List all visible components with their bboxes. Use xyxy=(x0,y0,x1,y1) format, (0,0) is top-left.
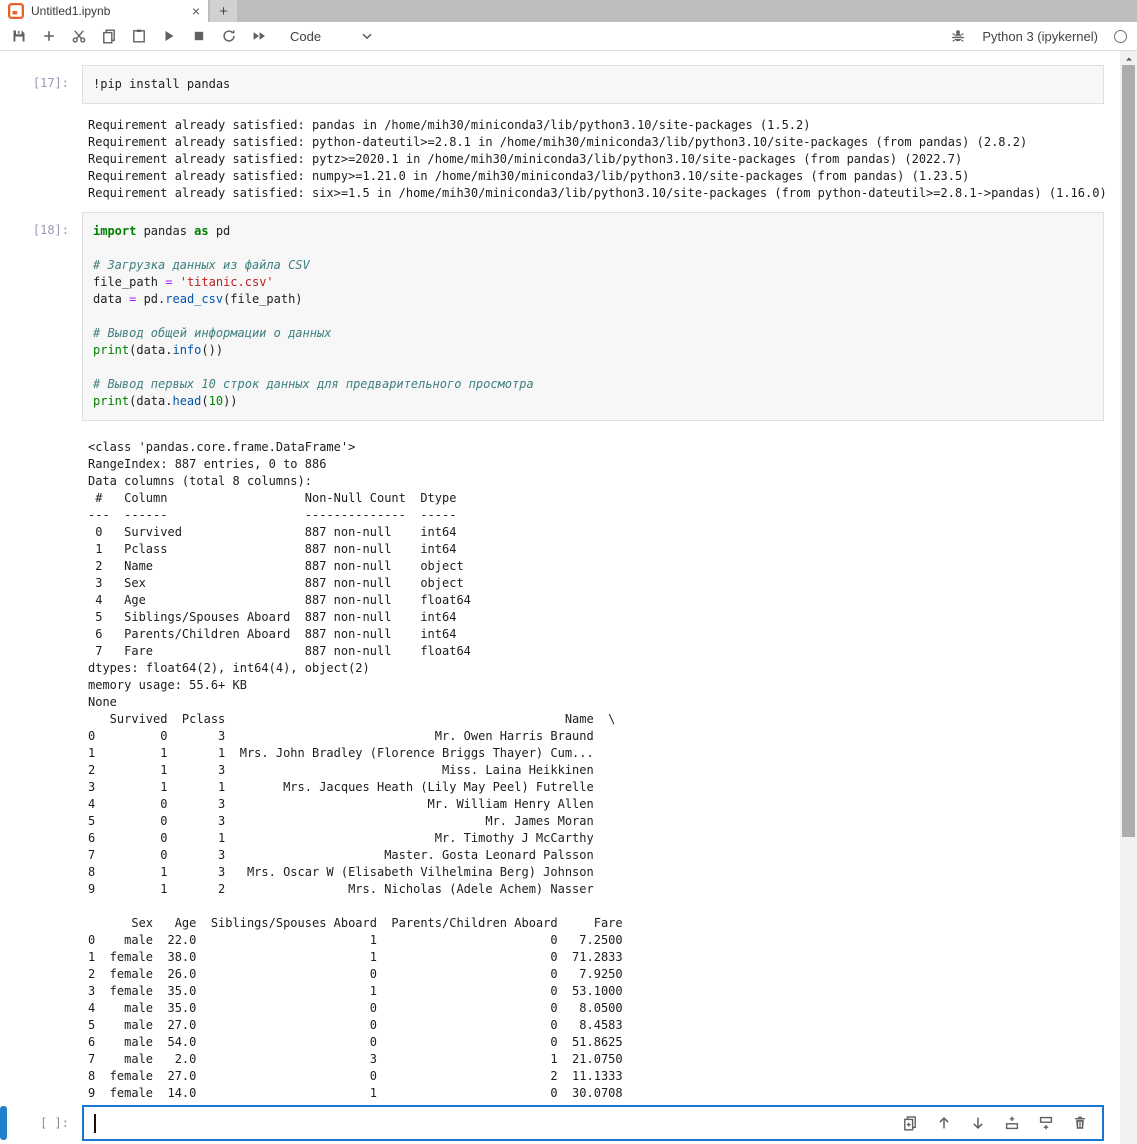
code-line xyxy=(93,240,1093,257)
code-line: print(data.info()) xyxy=(93,342,1093,359)
save-icon xyxy=(11,28,27,44)
cell-type-dropdown[interactable]: Code xyxy=(290,28,375,44)
duplicate-cell-button[interactable] xyxy=(898,1111,922,1135)
cell-toolbar xyxy=(898,1111,1092,1135)
fast-forward-icon xyxy=(251,28,267,44)
notebook-file-icon xyxy=(8,3,24,19)
restart-icon xyxy=(221,28,237,44)
arrow-down-icon xyxy=(970,1115,986,1131)
code-editor-17[interactable]: !pip install pandas xyxy=(82,65,1104,104)
scroll-up-icon xyxy=(1123,53,1135,65)
plus-icon xyxy=(41,28,57,44)
code-line xyxy=(93,359,1093,376)
kernel-name[interactable]: Python 3 (ipykernel) xyxy=(982,29,1098,44)
debugger-bug-icon[interactable] xyxy=(950,28,966,44)
toolbar-button-group xyxy=(4,24,274,48)
close-tab-icon[interactable]: × xyxy=(192,4,200,18)
browser-tab-bar: Untitled1.ipynb × + xyxy=(0,0,1137,22)
notebook-toolbar: Code Python 3 (ipykernel) xyxy=(0,22,1137,51)
cell-type-value: Code xyxy=(290,29,321,44)
code-cell-18: [18]: import pandas as pd # Загрузка дан… xyxy=(0,212,1120,421)
run-cell-button[interactable] xyxy=(154,24,184,48)
save-button[interactable] xyxy=(4,24,34,48)
cell-output-17: Requirement already satisfied: pandas in… xyxy=(0,104,1120,212)
cell-output-18: <class 'pandas.core.frame.DataFrame'> Ra… xyxy=(0,421,1120,1102)
code-editor-18[interactable]: import pandas as pd # Загрузка данных из… xyxy=(82,212,1104,421)
code-line: !pip install pandas xyxy=(93,76,1093,93)
output-prompt xyxy=(0,117,82,202)
code-line: file_path = 'titanic.csv' xyxy=(93,274,1093,291)
scrollbar[interactable] xyxy=(1120,51,1137,1144)
text-cursor xyxy=(94,1114,96,1133)
paste-icon xyxy=(131,28,147,44)
code-line: # Вывод общей информации о данных xyxy=(93,325,1093,342)
execution-count-empty: [ ]: xyxy=(0,1116,82,1130)
insert-cell-above-button[interactable] xyxy=(1000,1111,1024,1135)
code-line: data = pd.read_csv(file_path) xyxy=(93,291,1093,308)
code-line: import pandas as pd xyxy=(93,223,1093,240)
code-line: print(data.head(10)) xyxy=(93,393,1093,410)
cut-cells-button[interactable] xyxy=(64,24,94,48)
notebook-panel: [17]: !pip install pandas Requirement al… xyxy=(0,51,1137,1144)
copy-icon xyxy=(101,28,117,44)
tab-bar-filler xyxy=(237,0,1137,22)
insert-cell-below-toolbar-button[interactable] xyxy=(34,24,64,48)
cell-collapser[interactable] xyxy=(0,1106,7,1140)
code-line: # Вывод первых 10 строк данных для предв… xyxy=(93,376,1093,393)
execution-count-18: [18]: xyxy=(0,212,82,421)
stop-icon xyxy=(191,28,207,44)
chevron-down-icon xyxy=(359,28,375,44)
jupyter-window: Untitled1.ipynb × + Code Python 3 (ipyke… xyxy=(0,0,1137,1144)
insert-above-icon xyxy=(1004,1115,1020,1131)
restart-run-all-button[interactable] xyxy=(244,24,274,48)
restart-kernel-button[interactable] xyxy=(214,24,244,48)
tab-title: Untitled1.ipynb xyxy=(31,4,185,18)
code-editor-empty[interactable] xyxy=(82,1105,1104,1141)
code-line xyxy=(93,308,1093,325)
run-icon xyxy=(161,28,177,44)
copy-cells-button[interactable] xyxy=(94,24,124,48)
insert-cell-below-button[interactable] xyxy=(1034,1111,1058,1135)
output-text-17: Requirement already satisfied: pandas in… xyxy=(82,117,1107,202)
code-cell-17: [17]: !pip install pandas xyxy=(0,65,1120,104)
kernel-status-icon[interactable] xyxy=(1114,30,1127,43)
move-cell-up-button[interactable] xyxy=(932,1111,956,1135)
insert-below-icon xyxy=(1038,1115,1054,1131)
notebook-scroll-area: [17]: !pip install pandas Requirement al… xyxy=(0,51,1120,1144)
new-tab-button[interactable]: + xyxy=(210,0,237,22)
code-line: # Загрузка данных из файла CSV xyxy=(93,257,1093,274)
paste-cells-button[interactable] xyxy=(124,24,154,48)
delete-cell-button[interactable] xyxy=(1068,1111,1092,1135)
output-prompt xyxy=(0,439,82,1102)
execution-count-17: [17]: xyxy=(0,65,82,104)
interrupt-kernel-button[interactable] xyxy=(184,24,214,48)
output-text-18: <class 'pandas.core.frame.DataFrame'> Ra… xyxy=(82,439,623,1102)
cut-icon xyxy=(71,28,87,44)
notebook-tab[interactable]: Untitled1.ipynb × xyxy=(0,0,208,22)
toolbar-right-group: Python 3 (ipykernel) xyxy=(950,28,1127,44)
scrollbar-thumb[interactable] xyxy=(1122,65,1135,837)
duplicate-cell-icon xyxy=(902,1115,918,1131)
trash-icon xyxy=(1072,1115,1088,1131)
arrow-up-icon xyxy=(936,1115,952,1131)
empty-cell-active: [ ]: xyxy=(0,1104,1120,1142)
move-cell-down-button[interactable] xyxy=(966,1111,990,1135)
